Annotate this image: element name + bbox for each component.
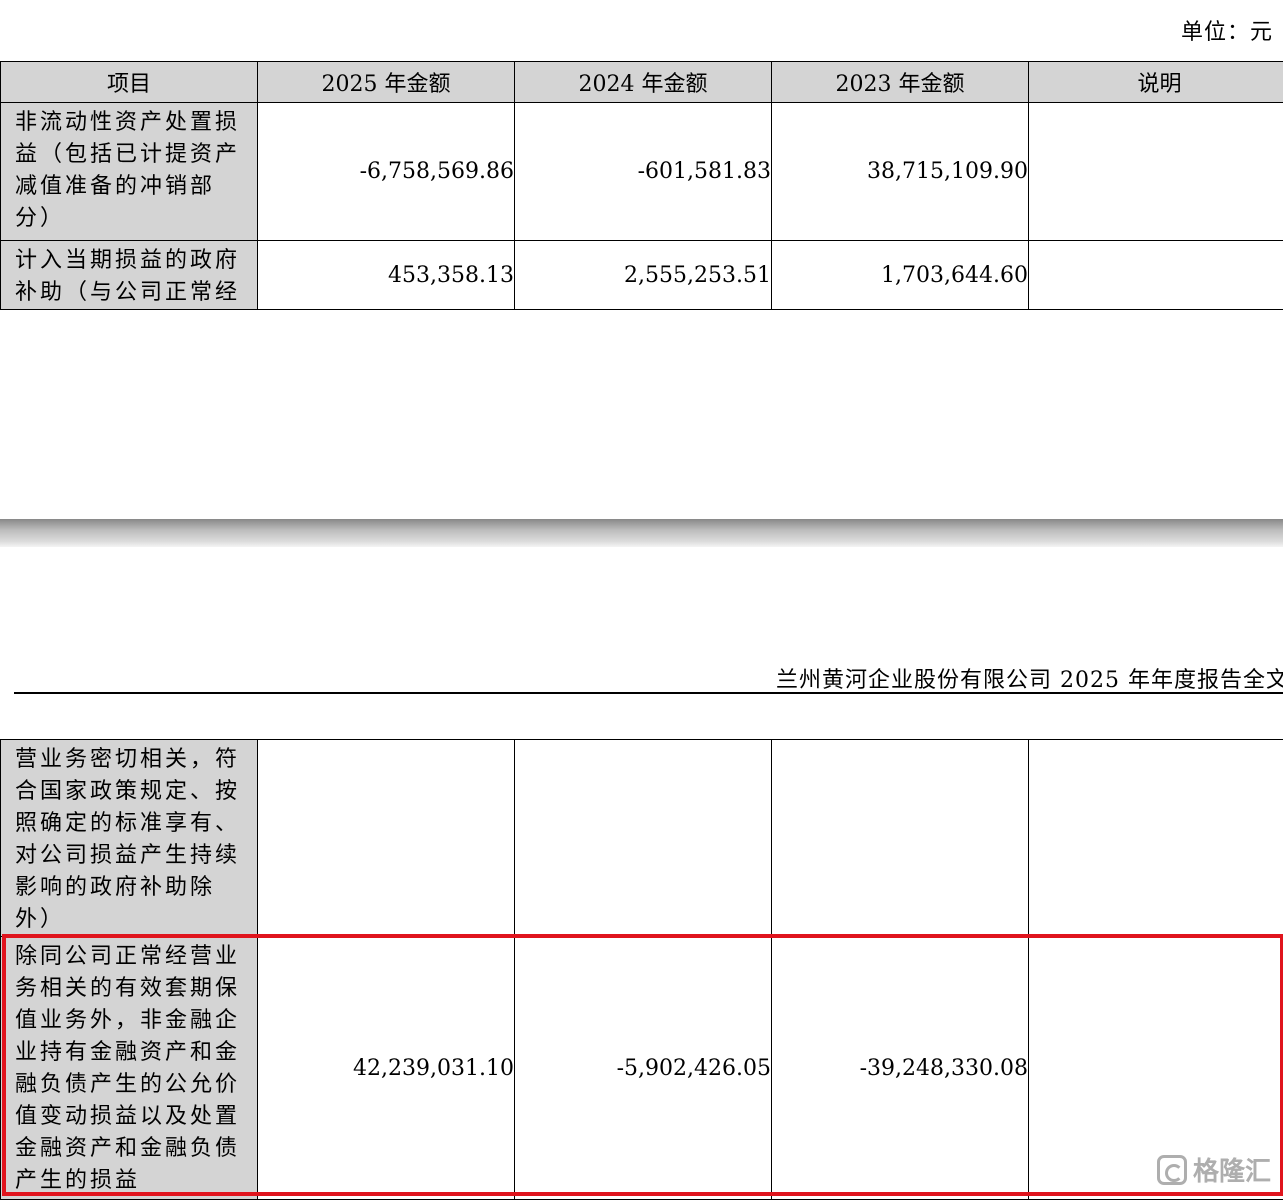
row-label: 非流动性资产处置损益（包括已计提资产减值准备的冲销部分） bbox=[1, 103, 257, 235]
watermark: 格隆汇 bbox=[1157, 1151, 1271, 1188]
value-2025: 453,358.13 bbox=[258, 241, 515, 310]
gain-loss-table-top: 项目 2025 年金额 2024 年金额 2023 年金额 说明 非流动性资产处… bbox=[0, 61, 1283, 310]
row-label-cell: 除同公司正常经营业务相关的有效套期保值业务外，非金融企业持有金融资产和金融负债产… bbox=[1, 937, 258, 1200]
gain-loss-table-bottom: 营业务密切相关，符合国家政策规定、按照确定的标准享有、对公司损益产生持续影响的政… bbox=[0, 739, 1283, 1200]
note-cell bbox=[1029, 241, 1283, 310]
page-running-header: 兰州黄河企业股份有限公司 2025 年年度报告全文 bbox=[776, 662, 1283, 694]
row-label-cell: 非流动性资产处置损益（包括已计提资产减值准备的冲销部分） bbox=[1, 103, 258, 241]
value-2023: 38,715,109.90 bbox=[772, 103, 1029, 241]
note-cell bbox=[1029, 740, 1283, 937]
value-2024: -5,902,426.05 bbox=[515, 937, 772, 1200]
watermark-text: 格隆汇 bbox=[1193, 1151, 1271, 1188]
value-2025: 42,239,031.10 bbox=[258, 937, 515, 1200]
value-2024: 2,555,253.51 bbox=[515, 241, 772, 310]
unit-label: 单位：元 bbox=[1181, 14, 1273, 46]
page-break-band bbox=[0, 519, 1283, 547]
table-row: 除同公司正常经营业务相关的有效套期保值业务外，非金融企业持有金融资产和金融负债产… bbox=[1, 937, 1283, 1200]
header-2023: 2023 年金额 bbox=[772, 62, 1029, 103]
row-label-cell: 营业务密切相关，符合国家政策规定、按照确定的标准享有、对公司损益产生持续影响的政… bbox=[1, 740, 258, 937]
value-cell-empty bbox=[258, 740, 515, 937]
table-row: 非流动性资产处置损益（包括已计提资产减值准备的冲销部分） -6,758,569.… bbox=[1, 103, 1283, 241]
header-divider bbox=[14, 692, 1283, 694]
header-2025: 2025 年金额 bbox=[258, 62, 515, 103]
header-2024: 2024 年金额 bbox=[515, 62, 772, 103]
header-note: 说明 bbox=[1029, 62, 1283, 103]
value-2023: 1,703,644.60 bbox=[772, 241, 1029, 310]
row-label: 营业务密切相关，符合国家政策规定、按照确定的标准享有、对公司损益产生持续影响的政… bbox=[1, 740, 257, 936]
row-label: 除同公司正常经营业务相关的有效套期保值业务外，非金融企业持有金融资产和金融负债产… bbox=[1, 937, 257, 1197]
value-cell-empty bbox=[515, 740, 772, 937]
row-label-cell: 计入当期损益的政府补助（与公司正常经 bbox=[1, 241, 258, 310]
note-cell bbox=[1029, 103, 1283, 241]
table-header-row: 项目 2025 年金额 2024 年金额 2023 年金额 说明 bbox=[1, 62, 1283, 103]
watermark-logo-icon bbox=[1157, 1155, 1187, 1185]
value-cell-empty bbox=[772, 740, 1029, 937]
value-2024: -601,581.83 bbox=[515, 103, 772, 241]
value-2023: -39,248,330.08 bbox=[772, 937, 1029, 1200]
table-row: 营业务密切相关，符合国家政策规定、按照确定的标准享有、对公司损益产生持续影响的政… bbox=[1, 740, 1283, 937]
table-row: 计入当期损益的政府补助（与公司正常经 453,358.13 2,555,253.… bbox=[1, 241, 1283, 310]
header-item: 项目 bbox=[1, 62, 258, 103]
value-2025: -6,758,569.86 bbox=[258, 103, 515, 241]
row-label: 计入当期损益的政府补助（与公司正常经 bbox=[1, 241, 257, 309]
